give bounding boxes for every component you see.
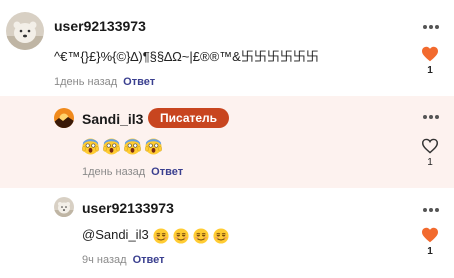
comment-text: ^€™{}£}%{©}∆)¶§§∆Ω~|£®®™&卐卐卐卐卐卐: [54, 49, 319, 64]
comment-time: 1день назад: [54, 76, 118, 88]
comment-text: @Sandi_il3: [82, 227, 233, 244]
comment-emojis: [153, 227, 233, 244]
comment-time: 9ч назад: [82, 254, 127, 266]
comment-username[interactable]: user92133973: [54, 18, 146, 34]
like-button[interactable]: 1: [421, 138, 439, 168]
screaming-face-emoji: [103, 138, 120, 155]
user-avatar[interactable]: [6, 12, 44, 50]
comment-meta: 1день назад Ответ: [54, 76, 155, 88]
more-options-icon[interactable]: [422, 207, 440, 213]
comment-time: 1день назад: [82, 166, 146, 178]
comment-meta: 1день назад Ответ: [82, 166, 183, 178]
user-avatar[interactable]: [54, 197, 74, 217]
screaming-face-emoji: [82, 138, 99, 155]
more-options-icon[interactable]: [422, 114, 440, 120]
comment-username[interactable]: user92133973: [82, 200, 174, 216]
heart-filled-icon: [422, 46, 438, 62]
dizzy-face-emoji: [193, 228, 209, 244]
reply-link[interactable]: Ответ: [133, 254, 165, 266]
comment-item: user92133973 ^€™{}£}%{©}∆)¶§§∆Ω~|£®®™&卐卐…: [0, 0, 454, 96]
like-count: 1: [427, 246, 433, 257]
screaming-face-emoji: [124, 138, 141, 155]
comment-item: Sandi_il3 Писатель 1 1день назад Ответ: [0, 96, 454, 188]
more-options-icon[interactable]: [422, 24, 440, 30]
polar-bear-avatar: [54, 197, 74, 217]
like-count: 1: [427, 65, 433, 76]
heart-filled-icon: [422, 227, 438, 243]
reply-link[interactable]: Ответ: [123, 76, 155, 88]
comment-emojis: [82, 138, 166, 156]
like-button[interactable]: 1: [421, 227, 439, 257]
sunset-avatar: [54, 108, 74, 128]
heart-outline-icon: [421, 138, 439, 154]
mention-text: @Sandi_il3: [82, 227, 149, 242]
comment-username[interactable]: Sandi_il3: [82, 111, 143, 127]
screaming-face-emoji: [145, 138, 162, 155]
like-button[interactable]: 1: [421, 46, 439, 76]
like-count: 1: [427, 157, 433, 168]
reply-link[interactable]: Ответ: [151, 166, 183, 178]
comment-thread: user92133973 ^€™{}£}%{©}∆)¶§§∆Ω~|£®®™&卐卐…: [0, 0, 454, 278]
comment-item: user92133973 @Sandi_il3 1 9ч назад Ответ: [0, 188, 454, 278]
dizzy-face-emoji: [153, 228, 169, 244]
dizzy-face-emoji: [173, 228, 189, 244]
comment-meta: 9ч назад Ответ: [82, 254, 164, 266]
polar-bear-avatar: [6, 12, 44, 50]
user-avatar[interactable]: [54, 108, 74, 128]
dizzy-face-emoji: [213, 228, 229, 244]
writer-badge: Писатель: [148, 108, 230, 128]
